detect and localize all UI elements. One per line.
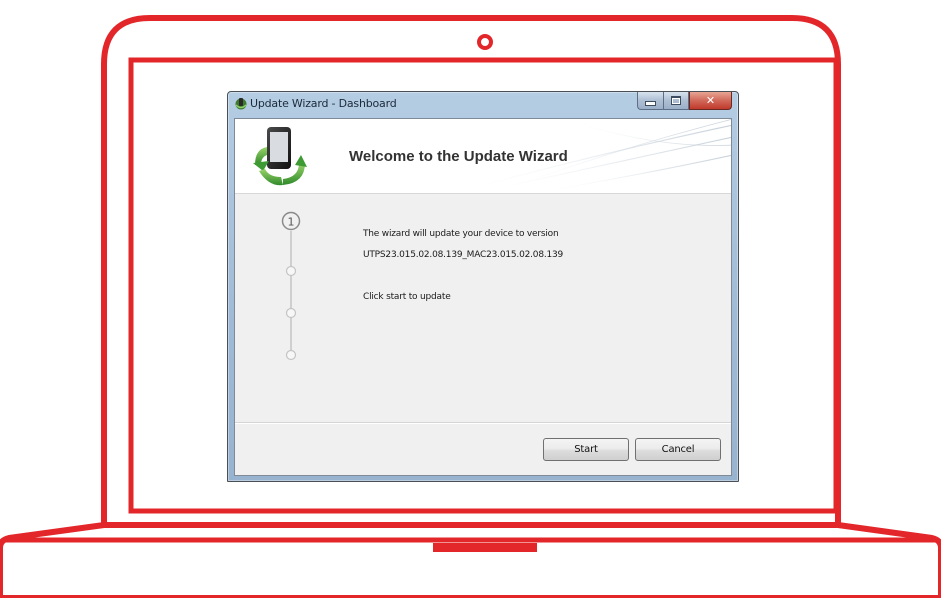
laptop-notch (433, 543, 537, 552)
update-description: The wizard will update your device to ve… (363, 229, 559, 239)
start-button[interactable]: Start (543, 438, 629, 461)
update-wizard-window: Update Wizard - Dashboard ✕ Welcome to t… (227, 91, 739, 482)
minimize-button[interactable] (637, 92, 663, 110)
close-icon: ✕ (705, 94, 716, 107)
maximize-icon (671, 96, 681, 105)
caption-buttons: ✕ (637, 92, 732, 110)
wizard-header: Welcome to the Update Wizard (235, 119, 731, 194)
cancel-button[interactable]: Cancel (635, 438, 721, 461)
wizard-client-area: Welcome to the Update Wizard 1 The wizar… (234, 118, 732, 476)
target-version: UTPS23.015.02.08.139_MAC23.015.02.08.139 (363, 250, 564, 260)
illustration: Update Wizard - Dashboard ✕ Welcome to t… (0, 0, 941, 598)
maximize-button[interactable] (663, 92, 689, 110)
minimize-icon (645, 100, 656, 106)
app-icon (235, 98, 247, 110)
step-3-marker (285, 307, 297, 319)
step-indicator: 1 (281, 211, 301, 361)
close-button[interactable]: ✕ (689, 92, 732, 110)
step-1-label: 1 (288, 216, 295, 229)
window-title: Update Wizard - Dashboard (250, 97, 397, 110)
instruction-text: Click start to update (363, 292, 451, 302)
laptop-camera-icon (477, 34, 493, 50)
device-update-icon (253, 127, 307, 186)
laptop-base-outline (0, 522, 941, 598)
wizard-title: Welcome to the Update Wizard (349, 148, 568, 165)
step-1-marker: 1 (281, 211, 301, 231)
title-bar[interactable]: Update Wizard - Dashboard ✕ (228, 92, 738, 114)
step-4-marker (285, 349, 297, 361)
footer-divider (235, 422, 731, 424)
step-2-marker (285, 265, 297, 277)
